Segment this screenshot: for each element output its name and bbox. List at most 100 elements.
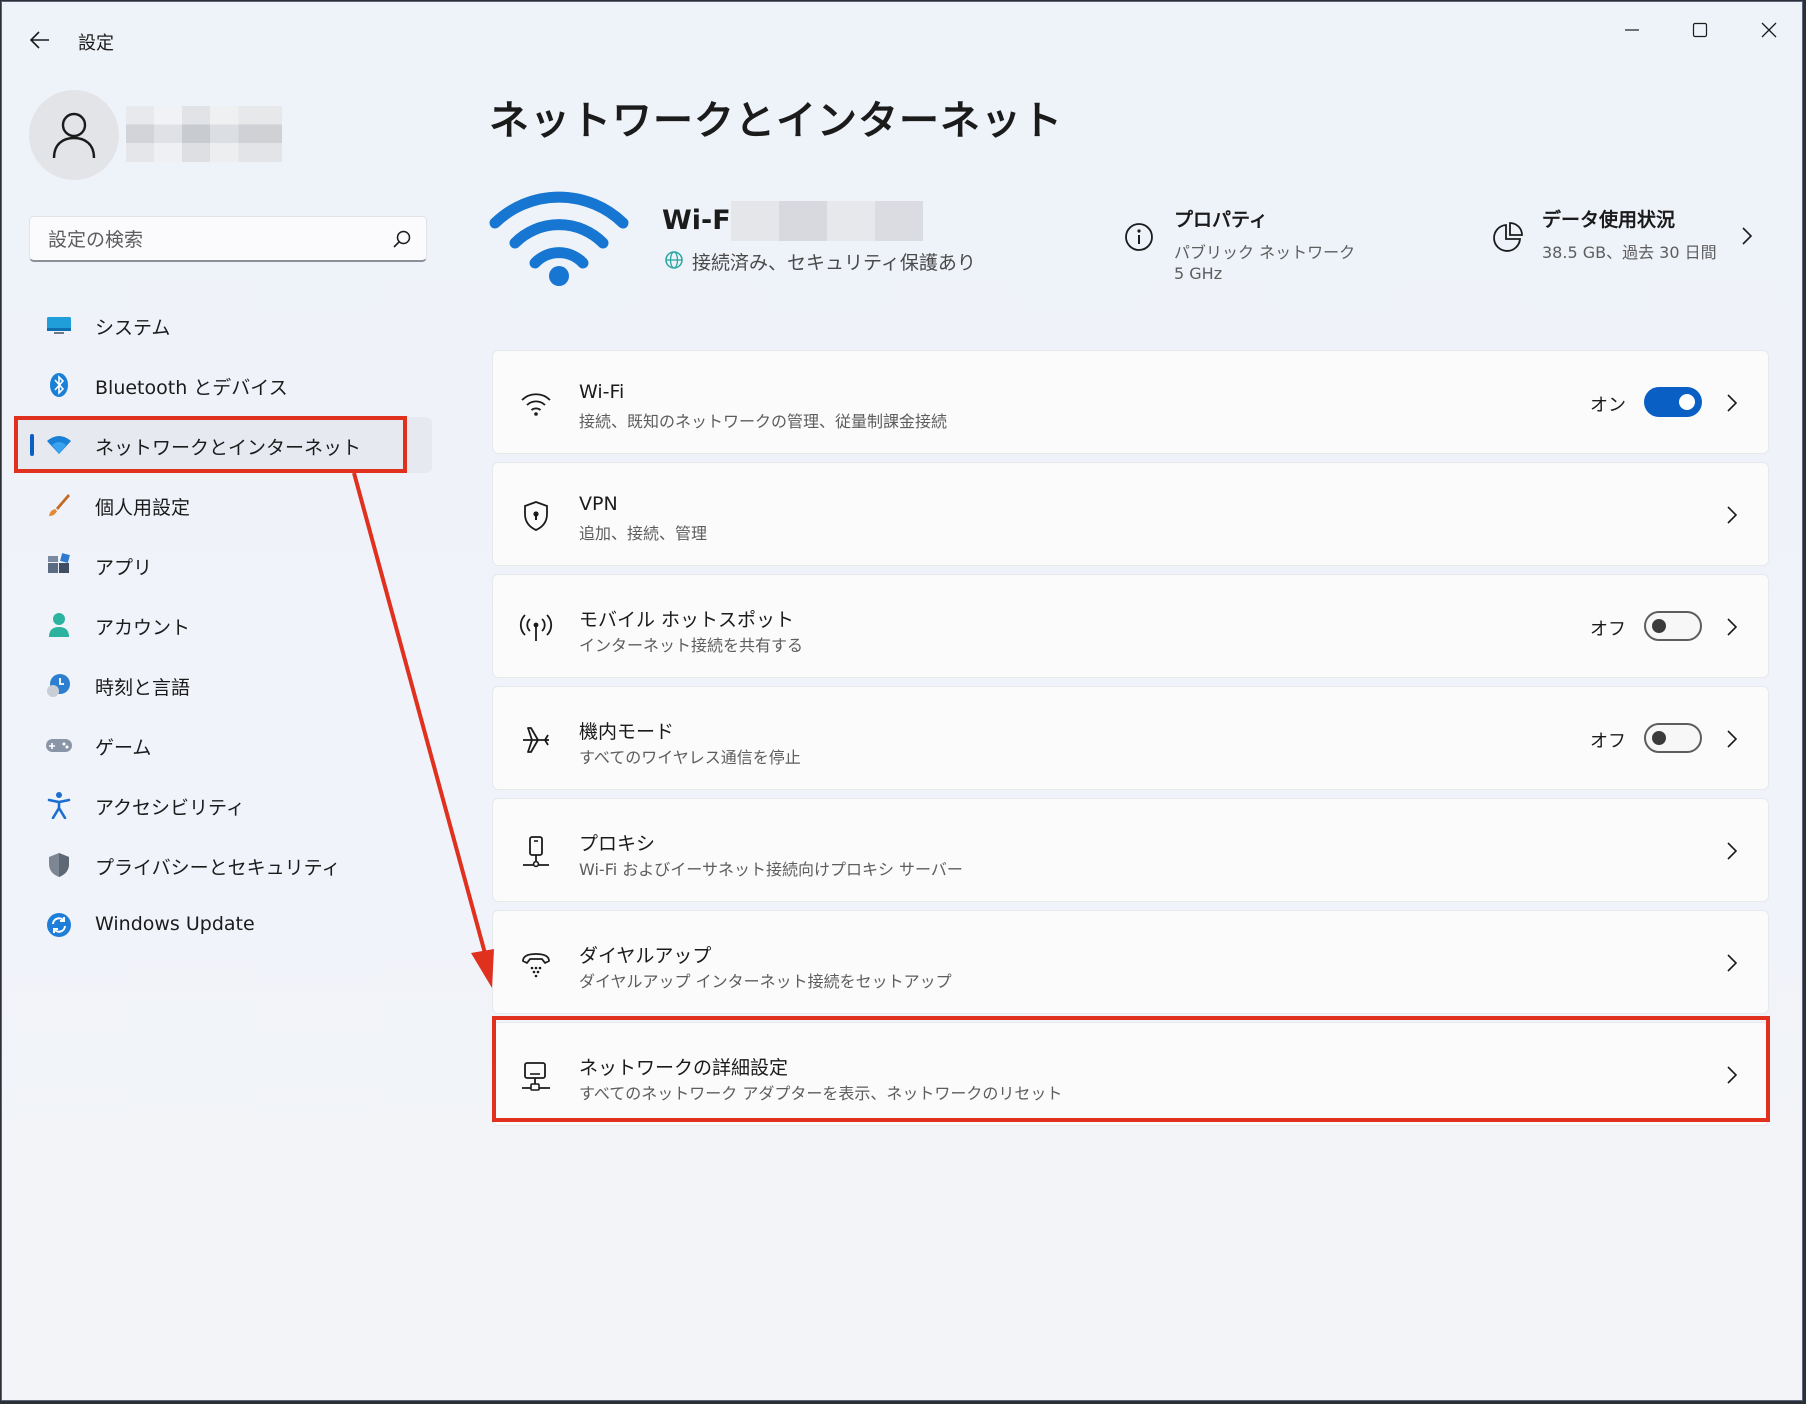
refresh-icon xyxy=(45,911,73,939)
sidebar-item-label: ゲーム xyxy=(95,737,152,759)
card-proxy[interactable]: プロキシ Wi-Fi およびイーサネット接続向けプロキシ サーバー xyxy=(492,798,1769,902)
settings-window: 設定 システム Bluetooth とデバイス xyxy=(2,2,1802,1400)
card-title: ダイヤルアップ xyxy=(579,945,712,967)
hotspot-icon xyxy=(519,611,553,645)
ssid-redacted xyxy=(731,201,923,241)
back-button[interactable] xyxy=(20,24,60,56)
toggle-knob xyxy=(1679,394,1695,410)
card-description: 接続、既知のネットワークの管理、従量制課金接続 xyxy=(579,412,948,431)
card-dial-up[interactable]: ダイヤルアップ ダイヤルアップ インターネット接続をセットアップ xyxy=(492,910,1769,1014)
phone-dialup-icon xyxy=(519,947,553,981)
user-name-redacted xyxy=(126,106,282,162)
info-icon[interactable] xyxy=(1123,221,1155,253)
chevron-right-icon xyxy=(1727,842,1738,860)
sidebar-item-accessibility[interactable]: アクセシビリティ xyxy=(14,777,432,833)
toggle-state-label: オフ xyxy=(1590,619,1626,640)
sidebar-item-label: 個人用設定 xyxy=(95,497,191,519)
search-box[interactable] xyxy=(29,216,427,263)
close-icon xyxy=(1761,22,1777,38)
card-mobile-hotspot[interactable]: モバイル ホットスポット インターネット接続を共有する オフ xyxy=(492,574,1769,678)
sidebar-item-label: Bluetooth とデバイス xyxy=(95,377,288,399)
toggle-knob xyxy=(1652,619,1666,633)
bluetooth-icon xyxy=(45,371,73,399)
card-title: Wi-Fi xyxy=(579,381,625,403)
chevron-right-icon[interactable] xyxy=(1737,224,1757,248)
card-title: プロキシ xyxy=(579,833,656,855)
sidebar-item-label: プライバシーとセキュリティ xyxy=(95,857,341,879)
sidebar-nav: システム Bluetooth とデバイス ネットワークとインターネット 個人用設… xyxy=(14,297,432,957)
apps-icon xyxy=(45,551,73,579)
sidebar-item-label: アプリ xyxy=(95,557,153,579)
monitor-icon xyxy=(45,311,73,339)
sidebar-item-privacy[interactable]: プライバシーとセキュリティ xyxy=(14,837,432,893)
airplane-mode-toggle[interactable] xyxy=(1644,723,1702,753)
data-usage-summary: 38.5 GB、過去 30 日間 xyxy=(1542,243,1717,262)
card-description: インターネット接続を共有する xyxy=(579,636,804,655)
card-description: 追加、接続、管理 xyxy=(579,524,708,543)
sidebar-item-system[interactable]: システム xyxy=(14,297,432,353)
card-title: 機内モード xyxy=(579,721,675,743)
title-bar: 設定 xyxy=(2,2,1802,76)
search-icon[interactable] xyxy=(392,229,412,249)
back-arrow-icon xyxy=(30,31,49,49)
sidebar-item-windows-update[interactable]: Windows Update xyxy=(14,897,432,953)
chevron-right-icon xyxy=(1727,394,1738,412)
gamepad-icon xyxy=(45,731,73,759)
card-description: Wi-Fi およびイーサネット接続向けプロキシ サーバー xyxy=(579,860,963,879)
sidebar-item-label: アカウント xyxy=(95,617,191,639)
wifi-icon xyxy=(519,387,553,421)
airplane-icon xyxy=(519,723,553,757)
person-icon xyxy=(52,112,96,159)
connection-status: 接続済み、セキュリティ保護あり xyxy=(692,252,976,274)
avatar[interactable] xyxy=(29,90,119,180)
connected-network-label: Wi-Fi xyxy=(662,205,740,236)
wifi-signal-icon xyxy=(489,191,629,286)
properties-link[interactable]: プロパティ xyxy=(1174,205,1268,232)
card-description: すべてのワイヤレス通信を停止 xyxy=(579,748,801,767)
account-icon xyxy=(45,611,73,639)
sidebar-item-time-language[interactable]: 時刻と言語 xyxy=(14,657,432,713)
search-input[interactable] xyxy=(46,217,380,263)
card-title: VPN xyxy=(579,493,618,515)
minimize-icon xyxy=(1625,29,1639,31)
hotspot-toggle[interactable] xyxy=(1644,611,1702,641)
card-vpn[interactable]: VPN 追加、接続、管理 xyxy=(492,462,1769,566)
card-airplane-mode[interactable]: 機内モード すべてのワイヤレス通信を停止 オフ xyxy=(492,686,1769,790)
minimize-button[interactable] xyxy=(1602,10,1662,50)
sidebar-item-label: システム xyxy=(95,317,171,339)
sidebar-item-label: アクセシビリティ xyxy=(95,797,245,819)
annotation-highlight-card xyxy=(492,1016,1770,1122)
maximize-button[interactable] xyxy=(1670,10,1730,50)
sidebar-item-label: Windows Update xyxy=(95,913,255,935)
sidebar-item-apps[interactable]: アプリ xyxy=(14,537,432,593)
chevron-right-icon xyxy=(1727,730,1738,748)
maximize-icon xyxy=(1692,22,1708,38)
brush-icon xyxy=(45,491,73,519)
wifi-toggle[interactable] xyxy=(1644,387,1702,417)
globe-icon xyxy=(665,251,683,269)
app-title: 設定 xyxy=(78,33,114,54)
annotation-highlight-nav xyxy=(14,416,407,473)
card-title: モバイル ホットスポット xyxy=(579,609,795,631)
network-profile: パブリック ネットワーク xyxy=(1174,243,1356,262)
shield-icon xyxy=(45,851,73,879)
sidebar-item-label: 時刻と言語 xyxy=(95,677,191,699)
chevron-right-icon xyxy=(1727,618,1738,636)
shield-lock-icon xyxy=(519,499,553,533)
sidebar-item-gaming[interactable]: ゲーム xyxy=(14,717,432,773)
card-description: ダイヤルアップ インターネット接続をセットアップ xyxy=(579,972,952,991)
toggle-knob xyxy=(1652,731,1666,745)
data-usage-link[interactable]: データ使用状況 xyxy=(1542,205,1675,232)
accessibility-icon xyxy=(45,791,73,819)
sidebar-item-accounts[interactable]: アカウント xyxy=(14,597,432,653)
sidebar-item-bluetooth[interactable]: Bluetooth とデバイス xyxy=(14,357,432,413)
network-band: 5 GHz xyxy=(1174,264,1223,283)
chevron-right-icon xyxy=(1727,506,1738,524)
close-button[interactable] xyxy=(1739,10,1799,50)
arrow-head xyxy=(471,949,494,988)
pie-chart-icon[interactable] xyxy=(1492,221,1524,253)
page-title: ネットワークとインターネット xyxy=(489,98,1063,144)
card-wifi[interactable]: Wi-Fi 接続、既知のネットワークの管理、従量制課金接続 オン xyxy=(492,350,1769,454)
sidebar-item-personalization[interactable]: 個人用設定 xyxy=(14,477,432,533)
toggle-state-label: オフ xyxy=(1590,731,1626,752)
